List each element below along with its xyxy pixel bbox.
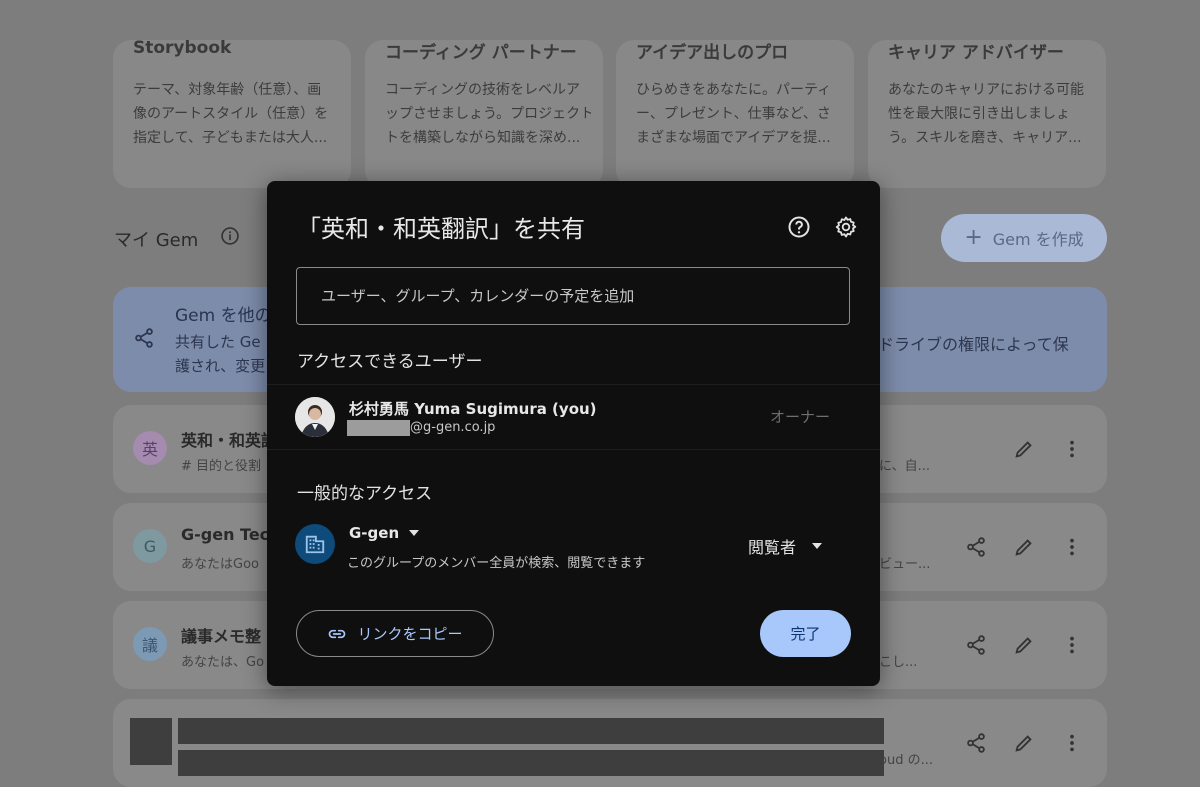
general-access-heading: 一般的なアクセス xyxy=(297,484,433,504)
chevron-down-icon xyxy=(409,530,420,536)
group-name: G-gen xyxy=(349,524,400,542)
edit-icon[interactable] xyxy=(1013,634,1035,656)
gem-card-storybook[interactable]: Storybook テーマ、対象年齢（任意）、画 像のアートスタイル（任意）を 指定… xyxy=(113,38,351,188)
dialog-title: 「英和・和英翻訳」を共有 xyxy=(297,215,585,243)
edit-icon[interactable] xyxy=(1013,732,1035,754)
banner-text: 共有した Ge xyxy=(175,333,261,351)
gem-desc: あなたは、Go xyxy=(181,655,265,670)
gem-title: 議事メモ整 xyxy=(181,627,262,646)
banner-title: Gem を他の xyxy=(175,306,272,326)
gem-title: G-gen Tech xyxy=(181,525,281,544)
user-email: @g-gen.co.jp xyxy=(410,420,496,435)
gem-title: 英和・和英訳 xyxy=(181,431,278,450)
edit-icon[interactable] xyxy=(1013,438,1035,460)
gear-icon[interactable] xyxy=(834,215,858,239)
link-icon xyxy=(329,629,346,638)
info-icon[interactable] xyxy=(220,226,240,246)
gem-avatar: 議 xyxy=(133,627,167,661)
copy-link-button[interactable]: リンクをコピー xyxy=(296,610,494,657)
plus-icon: + xyxy=(964,225,983,250)
gem-desc-tail: ビュー... xyxy=(879,557,931,572)
redaction-block xyxy=(178,750,884,776)
group-desc: このグループのメンバー全員が検索、閲覧できます xyxy=(347,556,646,571)
card-title: Storybook xyxy=(133,38,232,58)
share-icon xyxy=(135,328,153,348)
divider xyxy=(267,449,880,450)
redaction-block xyxy=(130,718,172,765)
banner-text: 護され、変更 xyxy=(175,357,266,375)
share-icon[interactable] xyxy=(965,634,987,656)
help-icon[interactable] xyxy=(787,215,811,239)
card-title: アイデア出しのプロ xyxy=(636,43,789,63)
owner-role-label: オーナー xyxy=(770,408,831,426)
general-access-dropdown[interactable]: G-gen xyxy=(349,524,420,542)
edit-icon[interactable] xyxy=(1013,536,1035,558)
card-title: キャリア アドバイザー xyxy=(888,43,1064,63)
card-desc: テーマ、対象年齢（任意）、画 像のアートスタイル（任意）を 指定して、子どもまたは大… xyxy=(133,82,329,146)
more-vert-icon[interactable] xyxy=(1061,438,1083,460)
role-dropdown[interactable]: 閲覧者 xyxy=(748,534,823,558)
gem-card-coding-partner[interactable]: コーディング パートナー コーディングの技術をレベルア ップさせましょう。プロジェ… xyxy=(365,40,603,188)
user-name: 杉村勇馬 Yuma Sugimura (you) xyxy=(349,400,597,418)
card-desc: ひらめきをあなたに。パーティ ー、プレゼント、仕事など、さ まざまな場面でアイデアを… xyxy=(636,82,832,146)
domain-icon xyxy=(295,524,335,564)
divider xyxy=(267,384,880,385)
gem-avatar: G xyxy=(133,529,167,563)
copy-link-label: リンクをコピー xyxy=(357,625,463,643)
gem-desc: あなたはGoo xyxy=(181,557,259,572)
redaction-block xyxy=(347,420,410,436)
gem-card-brainstormer[interactable]: アイデア出しのプロ ひらめきをあなたに。パーティ ー、プレゼント、仕事など、さ まざ… xyxy=(616,40,854,188)
banner-text: ドライブの権限によって保 xyxy=(878,335,1069,354)
gem-desc-tail: こし... xyxy=(879,655,918,670)
create-gem-label: Gem を作成 xyxy=(992,230,1084,249)
add-people-input[interactable] xyxy=(296,267,850,325)
avatar xyxy=(295,397,335,437)
card-title: コーディング パートナー xyxy=(385,43,577,63)
access-users-heading: アクセスできるユーザー xyxy=(297,352,483,372)
more-vert-icon[interactable] xyxy=(1061,536,1083,558)
gem-card-career-guide[interactable]: キャリア アドバイザー あなたのキャリアにおける可能 性を最大限に引き出しましょう… xyxy=(868,40,1106,188)
role-label: 閲覧者 xyxy=(748,538,797,557)
create-gem-button[interactable]: + Gem を作成 xyxy=(941,214,1107,262)
share-dialog: 「英和・和英翻訳」を共有 アクセスできるユーザー 杉村勇馬 Yuma Sugim… xyxy=(267,181,880,686)
my-gem-heading: マイ Gem xyxy=(114,230,199,251)
chevron-down-icon xyxy=(812,543,823,549)
card-desc: コーディングの技術をレベルア ップさせましょう。プロジェクト トを構築しながら知識を… xyxy=(385,82,591,146)
share-icon[interactable] xyxy=(965,732,987,754)
gem-desc-tail: oud の... xyxy=(879,753,933,768)
gem-desc-tail: に、自... xyxy=(879,459,931,474)
done-button[interactable]: 完了 xyxy=(760,610,851,657)
gem-avatar: 英 xyxy=(133,431,167,465)
more-vert-icon[interactable] xyxy=(1061,634,1083,656)
share-icon[interactable] xyxy=(965,536,987,558)
done-label: 完了 xyxy=(790,625,821,643)
more-vert-icon[interactable] xyxy=(1061,732,1083,754)
gem-desc: # 目的と役割 xyxy=(181,459,262,474)
card-desc: あなたのキャリアにおける可能 性を最大限に引き出しましょ う。スキルを磨き、キャリア… xyxy=(888,82,1084,146)
redaction-block xyxy=(178,718,884,744)
